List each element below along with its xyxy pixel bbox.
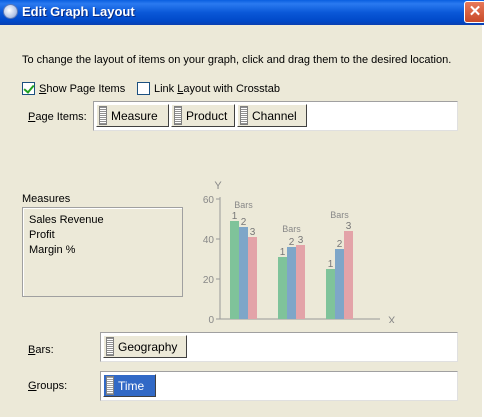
y-tick-label: 40 — [203, 235, 215, 246]
bars-dropzone[interactable]: Geography — [100, 332, 458, 362]
x-axis-label: X — [388, 315, 396, 323]
drag-handle-icon[interactable] — [174, 106, 182, 125]
bar-series-label: 1 — [232, 211, 238, 222]
page-item-label: Channel — [252, 108, 297, 123]
drag-handle-icon[interactable] — [106, 337, 114, 356]
window-title: Edit Graph Layout — [22, 4, 135, 19]
link-layout-label: Link Layout with Crosstab — [154, 82, 280, 95]
y-tick-label: 20 — [203, 275, 215, 286]
bar-item-label: Geography — [118, 339, 178, 354]
page-item-product[interactable]: Product — [171, 104, 235, 127]
measure-item-margin[interactable]: Margin % — [29, 244, 75, 256]
bar — [326, 269, 335, 319]
bars-annotation: Bars — [282, 224, 301, 234]
groups-dropzone[interactable]: Time — [100, 371, 458, 401]
show-page-items-checkbox[interactable]: Show Page Items — [22, 82, 125, 95]
bar — [344, 231, 353, 319]
bar — [296, 245, 305, 319]
instructions-text: To change the layout of items on your gr… — [22, 54, 452, 66]
preview-chart: Y0204060X123BarsA123BarsB123BarsCGroups — [203, 180, 396, 323]
title-bar: Edit Graph Layout ✕ — [0, 0, 484, 25]
drag-handle-icon[interactable] — [240, 106, 248, 125]
bar-series-label: 3 — [298, 235, 304, 246]
group-item-time[interactable]: Time — [103, 374, 156, 397]
page-items-dropzone[interactable]: Measure Product Channel — [93, 101, 458, 131]
bars-label: Bars: — [28, 344, 54, 356]
drag-handle-icon[interactable] — [99, 106, 107, 125]
y-tick-label: 0 — [208, 315, 214, 323]
show-page-items-label: Show Page Items — [39, 82, 126, 95]
app-icon — [3, 4, 18, 19]
measure-item-sales-revenue[interactable]: Sales Revenue — [29, 214, 104, 226]
bar-series-label: 1 — [280, 247, 286, 258]
page-item-measure[interactable]: Measure — [96, 104, 169, 127]
bar-series-label: 2 — [289, 237, 295, 248]
bars-annotation: Bars — [330, 210, 349, 220]
measures-heading: Measures — [22, 193, 71, 205]
bar-series-label: 3 — [346, 221, 352, 232]
y-tick-label: 60 — [203, 195, 215, 206]
groups-label: Groups: — [28, 380, 68, 392]
measures-list[interactable]: Sales Revenue Profit Margin % — [22, 207, 183, 297]
bar — [287, 247, 296, 319]
page-item-label: Product — [186, 108, 228, 123]
bar — [239, 227, 248, 319]
bar-series-label: 1 — [328, 259, 334, 270]
bar — [335, 249, 344, 319]
bars-annotation: Bars — [234, 200, 253, 210]
dialog-body: To change the layout of items on your gr… — [0, 25, 484, 417]
bar — [278, 257, 287, 319]
page-items-label: Page Items: — [28, 111, 87, 123]
close-button[interactable]: ✕ — [464, 1, 484, 23]
measure-item-profit[interactable]: Profit — [29, 229, 55, 241]
y-axis-label: Y — [214, 180, 222, 192]
link-layout-check[interactable] — [137, 82, 150, 95]
page-item-label: Measure — [111, 108, 158, 123]
bar — [248, 237, 257, 319]
page-item-channel[interactable]: Channel — [237, 104, 307, 127]
link-layout-checkbox[interactable]: Link Layout with Crosstab — [137, 82, 280, 95]
bar-series-label: 2 — [337, 239, 343, 250]
show-page-items-check[interactable] — [22, 82, 35, 95]
drag-handle-icon[interactable] — [106, 376, 114, 395]
group-item-label: Time — [118, 378, 145, 393]
bar-series-label: 3 — [250, 227, 256, 238]
bar — [230, 221, 239, 319]
bar-series-label: 2 — [241, 217, 247, 228]
bar-item-geography[interactable]: Geography — [103, 335, 187, 358]
